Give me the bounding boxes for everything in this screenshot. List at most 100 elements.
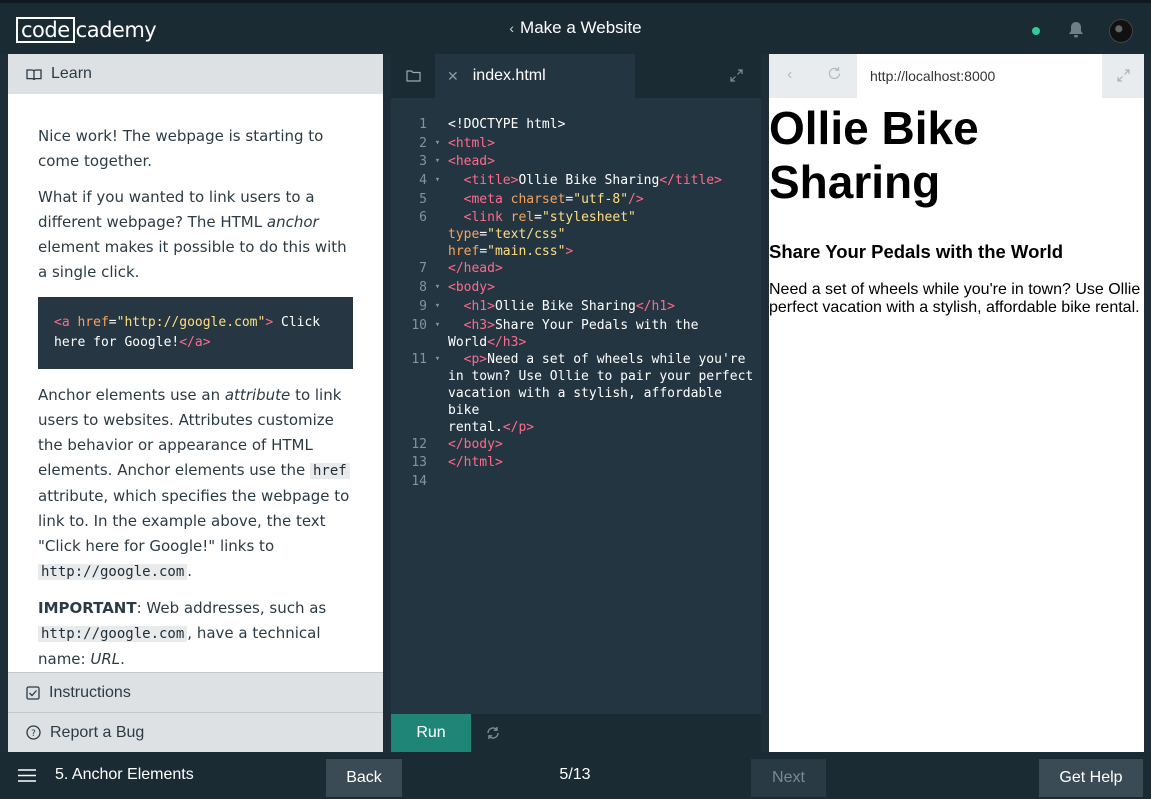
code-editor-panel: ✕ index.html 1 <!DOCTYPE html> 2 ▾ <html> 3 ▾ <…: [391, 54, 761, 752]
report-bug-label: Report a Bug: [50, 723, 145, 741]
bell-icon[interactable]: [1068, 21, 1084, 44]
reload-icon[interactable]: [827, 66, 842, 86]
code-text: <title>Ollie Bike Sharing</title>: [463, 173, 722, 189]
code-line[interactable]: 6 <link rel="stylesheet" type="text/css"…: [391, 209, 761, 260]
code-text: <body>: [448, 280, 495, 296]
fold-arrow-icon[interactable]: ▾: [427, 279, 448, 298]
menu-icon[interactable]: [18, 769, 36, 787]
reset-icon[interactable]: [485, 725, 501, 746]
line-number: 7: [419, 261, 427, 277]
code-line[interactable]: 2 ▾ <html>: [391, 135, 761, 154]
code-text: <head>: [448, 154, 495, 170]
code-line[interactable]: 1 <!DOCTYPE html>: [391, 116, 761, 135]
line-number: 2: [419, 135, 427, 151]
run-button[interactable]: Run: [391, 714, 471, 752]
expand-icon[interactable]: [1117, 69, 1130, 87]
line-number: 3: [419, 154, 427, 170]
fold-arrow-icon[interactable]: ▾: [427, 317, 448, 351]
code-text: <h3>Share Your Pedals with the World</h3…: [448, 317, 699, 350]
learn-tab[interactable]: Learn: [8, 54, 383, 94]
line-number: 5: [419, 191, 427, 207]
line-number: 10: [411, 317, 427, 333]
url-bar[interactable]: http://localhost:8000: [857, 54, 1102, 98]
code-line[interactable]: 5 <meta charset="utf-8"/>: [391, 191, 761, 210]
lesson-title[interactable]: 5. Anchor Elements: [55, 766, 194, 784]
file-tab-label: index.html: [472, 67, 546, 84]
code-line[interactable]: 10 ▾ <h3>Share Your Pedals with the World…: [391, 317, 761, 351]
help-circle-icon: ?: [26, 725, 41, 740]
code-line[interactable]: 13 </html>: [391, 454, 761, 473]
code-line[interactable]: 12 </body>: [391, 436, 761, 455]
learn-tab-label: Learn: [51, 65, 92, 82]
close-icon[interactable]: ✕: [447, 68, 459, 85]
learn-footer: Instructions ? Report a Bug: [8, 672, 383, 752]
browser-preview-panel: ‹ http://localhost:8000 Ollie Bike Shari…: [769, 54, 1144, 752]
paragraph-4: IMPORTANT: Web addresses, such as http:/…: [38, 599, 327, 668]
line-number: 8: [419, 280, 427, 296]
line-number: 14: [411, 473, 427, 489]
top-bar: code cademy ‹ Make a Website: [0, 0, 1151, 54]
book-icon: [26, 68, 42, 80]
next-button[interactable]: Next: [751, 759, 826, 797]
fold-arrow-icon: [427, 473, 448, 492]
fold-arrow-icon[interactable]: ▾: [427, 172, 448, 191]
code-line[interactable]: 11 ▾ <p>Need a set of wheels while you're…: [391, 351, 761, 436]
instructions-tab[interactable]: Instructions: [8, 672, 383, 712]
page-heading: Ollie Bike Sharing: [769, 102, 979, 208]
editor-tab-bar: ✕ index.html: [391, 54, 761, 98]
code-line[interactable]: 8 ▾ <body>: [391, 279, 761, 298]
report-bug-tab[interactable]: ? Report a Bug: [8, 712, 383, 752]
line-number: 1: [419, 117, 427, 132]
code-line[interactable]: 9 ▾ <h1>Ollie Bike Sharing</h1>: [391, 298, 761, 317]
lesson-content: Nice work! The webpage is starting to co…: [8, 94, 383, 672]
back-arrow-icon[interactable]: ‹: [787, 66, 792, 84]
paragraph-2: What if you wanted to link users to a di…: [38, 188, 347, 281]
code-text: <meta charset="utf-8"/>: [463, 191, 644, 207]
online-status-dot: [1032, 27, 1040, 35]
user-avatar[interactable]: [1109, 19, 1133, 43]
rendered-page: Ollie Bike Sharing Share Your Pedals wit…: [769, 98, 1144, 317]
fold-arrow-icon: [427, 191, 448, 210]
back-button[interactable]: Back: [326, 759, 402, 797]
page-subheading: Share Your Pedals with the World: [769, 241, 1064, 262]
code-line[interactable]: 14: [391, 473, 761, 492]
bottom-bar: 5. Anchor Elements Back 5/13 Next Get He…: [0, 752, 1151, 799]
progress-indicator: 5/13: [559, 766, 591, 783]
code-text: </html>: [448, 455, 503, 471]
code-area[interactable]: 1 <!DOCTYPE html> 2 ▾ <html> 3 ▾ <head> 4 ▾ <titl…: [391, 116, 761, 492]
file-tab-index[interactable]: ✕ index.html: [435, 54, 635, 98]
line-number: 12: [411, 436, 427, 452]
checkbox-icon: [26, 685, 40, 700]
learn-panel: Learn Nice work! The webpage is starting…: [8, 54, 383, 752]
code-text: <link rel="stylesheet" type="text/css" h…: [448, 210, 636, 260]
fold-arrow-icon[interactable]: ▾: [427, 153, 448, 172]
fold-arrow-icon: [427, 454, 448, 473]
get-help-button[interactable]: Get Help: [1039, 759, 1143, 797]
line-number: 9: [419, 298, 427, 314]
instructions-label: Instructions: [49, 683, 131, 701]
chevron-left-icon: ‹: [509, 20, 515, 36]
course-title: Make a Website: [520, 18, 642, 37]
code-text: </body>: [448, 436, 503, 452]
course-title-link[interactable]: ‹ Make a Website: [0, 17, 1151, 39]
expand-icon[interactable]: [730, 69, 743, 87]
svg-text:?: ?: [31, 729, 36, 739]
fold-arrow-icon: [427, 209, 448, 260]
code-line[interactable]: 7 </head>: [391, 260, 761, 279]
code-text: </head>: [448, 261, 503, 277]
fold-arrow-icon[interactable]: ▾: [427, 135, 448, 154]
code-line[interactable]: 3 ▾ <head>: [391, 153, 761, 172]
editor-toolbar: Run: [391, 714, 761, 752]
browser-toolbar: ‹ http://localhost:8000: [769, 54, 1144, 98]
code-line[interactable]: 4 ▾ <title>Ollie Bike Sharing</title>: [391, 172, 761, 191]
fold-arrow-icon[interactable]: ▾: [427, 351, 448, 436]
line-number: 6: [419, 210, 427, 226]
code-text: <!DOCTYPE html>: [448, 117, 566, 132]
folder-icon[interactable]: [391, 54, 435, 98]
code-example: <a href="http://google.com"> Click here …: [38, 297, 353, 369]
fold-arrow-icon[interactable]: ▾: [427, 298, 448, 317]
paragraph-1: Nice work! The webpage is starting to co…: [38, 127, 324, 170]
paragraph-3: Anchor elements use an attribute to link…: [38, 386, 350, 580]
code-text: <html>: [448, 135, 495, 151]
